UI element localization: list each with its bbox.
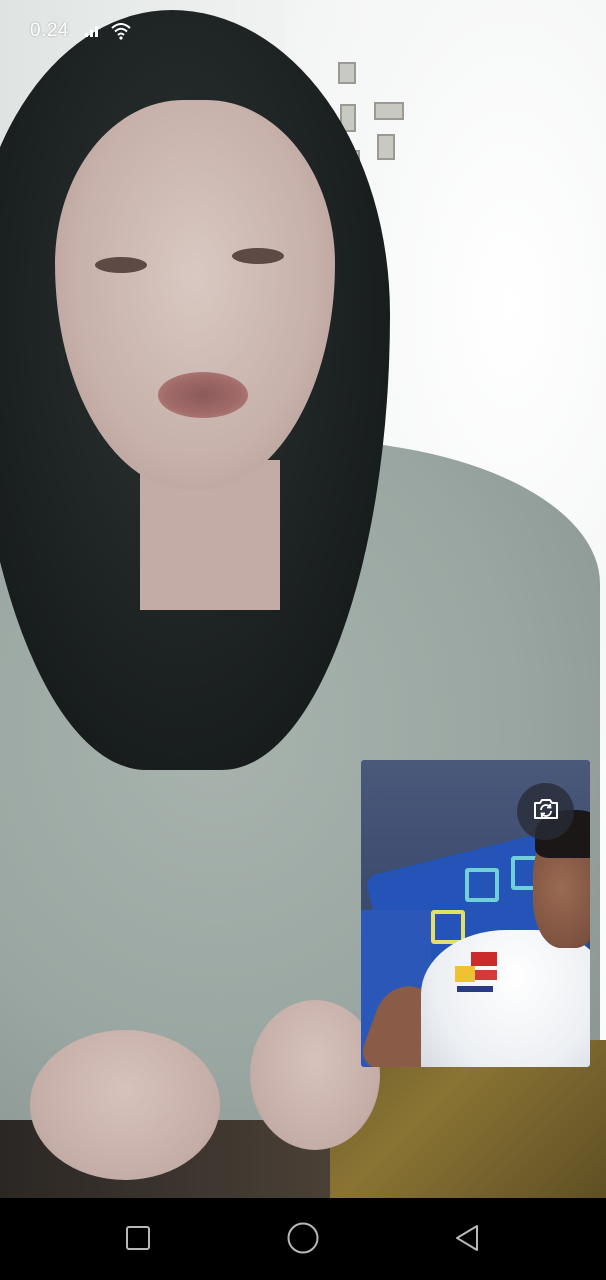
remote-person-hand: [30, 1030, 220, 1180]
remote-person-eye: [232, 248, 284, 264]
switch-camera-button[interactable]: [517, 783, 574, 840]
self-view-preview[interactable]: [361, 760, 590, 1067]
recents-square-icon: [125, 1225, 151, 1256]
pillow-pattern: [465, 868, 499, 902]
signal-icon: [84, 22, 102, 43]
status-bar: 0.24: [0, 0, 606, 64]
wall-photo: [377, 134, 395, 160]
wifi-icon: [110, 22, 132, 45]
wall-photo: [374, 102, 404, 120]
switch-camera-icon: [531, 796, 561, 827]
shirt-print: [453, 952, 501, 1002]
home-button[interactable]: [279, 1216, 327, 1264]
back-button[interactable]: [443, 1216, 491, 1264]
remote-person-mouth: [158, 372, 248, 418]
video-call-screen: 0.24: [0, 0, 606, 1280]
wall-photo: [338, 62, 356, 84]
recents-button[interactable]: [114, 1216, 162, 1264]
local-person-shirt: [421, 930, 590, 1067]
navigation-bar: [0, 1198, 606, 1280]
back-triangle-icon: [453, 1223, 481, 1258]
home-circle-icon: [286, 1221, 320, 1260]
remote-person-eye: [95, 257, 147, 273]
status-time: 0.24: [30, 20, 69, 41]
